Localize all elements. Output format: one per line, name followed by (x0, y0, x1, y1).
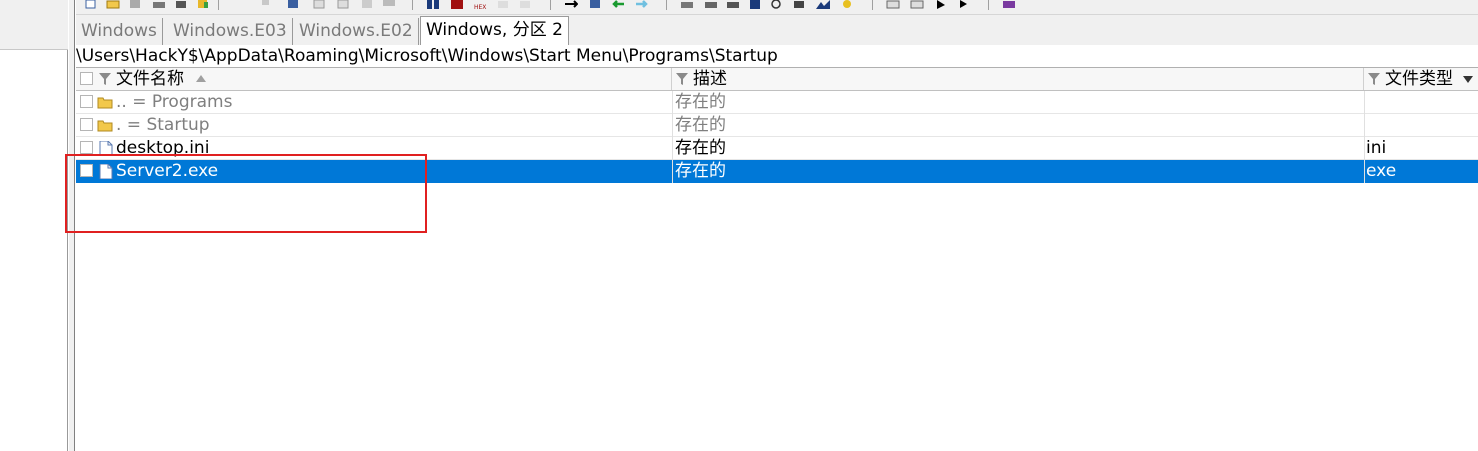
help-book-icon[interactable] (1002, 0, 1016, 9)
compare-icon[interactable] (816, 0, 830, 9)
file-icon (99, 141, 113, 156)
directory-browser: HEX Windows Windows.E03 Windows.E02 Wind… (76, 0, 1478, 451)
hex-icon[interactable] (426, 0, 440, 9)
column-header-description[interactable]: 描述 (673, 68, 1364, 90)
file-type (1366, 114, 1476, 136)
tab-bar: Windows Windows.E03 Windows.E02 Windows,… (76, 14, 1478, 46)
calculator-icon[interactable] (704, 0, 718, 9)
directory-path: \Users\HackY$\AppData\Roaming\Microsoft\… (76, 45, 1478, 68)
copy-icon[interactable] (258, 0, 272, 9)
back-icon[interactable] (564, 0, 578, 9)
row-checkbox[interactable] (80, 118, 93, 131)
goto-sector-icon[interactable] (518, 0, 532, 9)
forward-icon[interactable] (588, 0, 602, 9)
find-binoculars-icon[interactable] (382, 0, 396, 9)
file-name: . = Startup (116, 115, 210, 135)
new-icon[interactable] (84, 0, 98, 9)
copy-alt-icon[interactable] (286, 0, 300, 9)
file-description: 存在的 (675, 92, 726, 112)
cursor-icon[interactable] (934, 0, 948, 9)
hex-view-icon[interactable] (840, 0, 854, 9)
file-icon (99, 164, 113, 179)
column-type-label: 文件类型 (1385, 69, 1453, 89)
column-name-label: 文件名称 (116, 69, 184, 89)
tab-windows-e03[interactable]: Windows.E03 (168, 18, 293, 46)
toolbar: HEX (76, 0, 1478, 14)
filter-icon[interactable] (1367, 72, 1381, 86)
file-name: desktop.ini (116, 138, 210, 158)
left-panel (0, 0, 68, 451)
file-type (1366, 91, 1476, 113)
replace-icon[interactable]: HEX (474, 0, 488, 9)
chevron-down-icon[interactable] (1463, 76, 1473, 84)
next-icon[interactable] (956, 0, 970, 9)
tools-icon[interactable] (748, 0, 762, 9)
list-item[interactable]: .. = Programs 存在的 (76, 91, 1478, 114)
file-name: .. = Programs (116, 92, 233, 112)
svg-text:HEX: HEX (474, 4, 486, 9)
filter-icon[interactable] (675, 72, 689, 86)
goto-icon[interactable] (496, 0, 510, 9)
sort-ascending-icon (196, 75, 206, 82)
select-all-checkbox[interactable] (80, 72, 93, 85)
open-icon[interactable] (106, 0, 120, 9)
tab-windows[interactable]: Windows (76, 18, 163, 46)
arrow-icon[interactable] (886, 0, 900, 9)
file-type: ini (1366, 138, 1387, 158)
find-next-icon[interactable] (450, 0, 464, 9)
row-checkbox[interactable] (80, 164, 93, 177)
file-list-header: 文件名称 描述 文件类型 (76, 68, 1478, 91)
row-checkbox[interactable] (80, 95, 93, 108)
row-checkbox[interactable] (80, 141, 93, 154)
column-divider (1364, 91, 1365, 183)
disk-icon[interactable] (612, 0, 626, 9)
tab-windows-partition-2[interactable]: Windows, 分区 2 (420, 16, 569, 46)
play-icon[interactable] (910, 0, 924, 9)
settings-icon[interactable] (792, 0, 806, 9)
file-description: 存在的 (675, 161, 726, 181)
file-type: exe (1366, 161, 1397, 181)
properties-icon[interactable] (174, 0, 188, 9)
filter-icon[interactable] (98, 72, 112, 86)
paste-icon[interactable] (196, 0, 210, 9)
graph-icon[interactable] (770, 0, 784, 9)
file-name: Server2.exe (116, 161, 219, 181)
column-divider (672, 91, 673, 183)
clipboard-icon[interactable] (312, 0, 326, 9)
disk-image-icon[interactable] (680, 0, 694, 9)
folder-icon (97, 120, 113, 132)
list-item[interactable]: desktop.ini 存在的 ini (76, 137, 1478, 160)
panel-splitter[interactable] (69, 0, 75, 451)
file-description: 存在的 (675, 115, 726, 135)
print-icon[interactable] (152, 0, 166, 9)
ref-icon[interactable] (336, 0, 350, 9)
list-item-selected[interactable]: Server2.exe 存在的 exe (76, 160, 1478, 183)
save-icon[interactable] (128, 0, 142, 9)
find-icon[interactable] (360, 0, 374, 9)
disk-alt-icon[interactable] (634, 0, 648, 9)
column-header-name[interactable]: 文件名称 (76, 68, 672, 90)
list-item[interactable]: . = Startup 存在的 (76, 114, 1478, 137)
left-panel-header (0, 0, 68, 50)
column-description-label: 描述 (693, 69, 727, 89)
file-description: 存在的 (675, 138, 726, 158)
tab-windows-e02[interactable]: Windows.E02 (294, 18, 419, 46)
column-header-type[interactable]: 文件类型 (1365, 68, 1478, 90)
search-icon[interactable] (726, 0, 740, 9)
folder-icon (97, 97, 113, 109)
